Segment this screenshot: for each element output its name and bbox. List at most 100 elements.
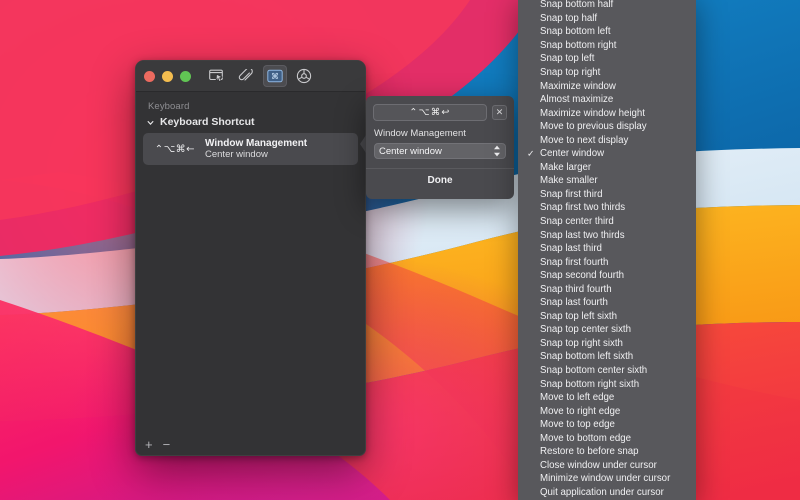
menu-item-label: Snap second fourth	[540, 270, 624, 281]
menu-item[interactable]: Move to right edge	[518, 404, 696, 418]
shortcut-list-item[interactable]: ⌃⌥⌘← Window Management Center window	[143, 133, 358, 165]
menu-item[interactable]: Almost maximize	[518, 93, 696, 107]
menu-item-label: Snap first third	[540, 189, 602, 200]
menu-item-label: Snap center third	[540, 216, 614, 227]
menu-item-label: Snap top right sixth	[540, 338, 623, 349]
menu-item[interactable]: Make smaller	[518, 174, 696, 188]
menu-item-label: Center window	[540, 148, 604, 159]
menu-item-label: Snap last fourth	[540, 297, 608, 308]
done-button[interactable]: Done	[366, 169, 514, 191]
menu-item[interactable]: Move to previous display	[518, 120, 696, 134]
chevron-down-icon	[146, 118, 155, 127]
action-category-label: Window Management	[374, 128, 506, 139]
group-header-keyboard-shortcut[interactable]: Keyboard Shortcut	[136, 116, 365, 133]
menu-item[interactable]: Snap first two thirds	[518, 201, 696, 215]
menu-item-label: Maximize window	[540, 81, 616, 92]
menu-item-label: Almost maximize	[540, 94, 613, 105]
shortcut-row-title: Window Management	[205, 138, 307, 150]
window-titlebar[interactable]: ⌘	[136, 61, 365, 92]
list-footer-controls: + −	[136, 433, 365, 455]
menu-item[interactable]: Snap top right	[518, 66, 696, 80]
menu-item[interactable]: Snap bottom right sixth	[518, 377, 696, 391]
menu-item[interactable]: Snap top half	[518, 12, 696, 26]
menu-item-label: Snap bottom center sixth	[540, 365, 647, 376]
menu-item-label: Snap bottom left sixth	[540, 351, 633, 362]
app-window[interactable]: ⌘ Keyboard Keyboard Shortcut	[135, 60, 366, 456]
menu-item-label: Move to left edge	[540, 392, 614, 403]
minimize-button[interactable]	[162, 71, 173, 82]
menu-item[interactable]: Snap bottom center sixth	[518, 364, 696, 378]
menu-item[interactable]: Snap first third	[518, 188, 696, 202]
menu-item[interactable]: Restore to before snap	[518, 445, 696, 459]
close-button[interactable]	[144, 71, 155, 82]
steering-wheel-icon[interactable]	[292, 65, 316, 87]
menu-item[interactable]: Move to next display	[518, 133, 696, 147]
menu-item-label: Maximize window height	[540, 108, 645, 119]
menu-item[interactable]: Move to bottom edge	[518, 432, 696, 446]
menu-item-label: Snap bottom right	[540, 40, 616, 51]
menu-item-label: Snap last two thirds	[540, 230, 625, 241]
menu-item[interactable]: Snap last fourth	[518, 296, 696, 310]
menu-item[interactable]: Snap second fourth	[518, 269, 696, 283]
menu-item-label: Close window under cursor	[540, 460, 657, 471]
menu-item-label: Move to next display	[540, 135, 628, 146]
section-label: Keyboard	[136, 101, 365, 112]
shortcut-record-input[interactable]: ⌃⌥⌘↩	[373, 104, 487, 121]
menu-item-label: Snap top center sixth	[540, 324, 631, 335]
traffic-lights	[144, 71, 191, 82]
menu-item[interactable]: Snap top center sixth	[518, 323, 696, 337]
menu-item[interactable]: Snap top left	[518, 52, 696, 66]
shortcut-keys: ⌃⌥⌘←	[151, 144, 195, 155]
checkmark-icon: ✓	[527, 148, 535, 159]
menu-item-label: Make smaller	[540, 175, 598, 186]
menu-item[interactable]: Snap bottom left sixth	[518, 350, 696, 364]
menu-item[interactable]: Close window under cursor	[518, 459, 696, 473]
zoom-button[interactable]	[180, 71, 191, 82]
menu-item[interactable]: Snap top left sixth	[518, 310, 696, 324]
menu-item-label: Snap top left	[540, 53, 594, 64]
menu-item[interactable]: Snap center third	[518, 215, 696, 229]
menu-item[interactable]: Snap third fourth	[518, 282, 696, 296]
menu-item-label: Move to previous display	[540, 121, 647, 132]
menu-item-label: Snap bottom half	[540, 0, 613, 10]
menu-item[interactable]: Snap top right sixth	[518, 337, 696, 351]
action-dropdown-menu[interactable]: Snap bottom halfSnap top halfSnap bottom…	[518, 0, 696, 500]
toolbar: ⌘	[205, 65, 316, 87]
menu-item[interactable]: Snap bottom right	[518, 39, 696, 53]
menu-item[interactable]: Snap bottom left	[518, 25, 696, 39]
menu-item[interactable]: ✓ Center window	[518, 147, 696, 161]
add-shortcut-button[interactable]: +	[145, 438, 153, 451]
menu-item[interactable]: Maximize window	[518, 79, 696, 93]
menu-item[interactable]: Maximize window height	[518, 106, 696, 120]
menu-item[interactable]: Move to top edge	[518, 418, 696, 432]
menu-item-label: Move to right edge	[540, 406, 620, 417]
menu-item-label: Restore to before snap	[540, 446, 639, 457]
menu-item[interactable]: Quit application under cursor	[518, 486, 696, 500]
remove-shortcut-button[interactable]: −	[163, 438, 171, 451]
menu-item[interactable]: Snap last third	[518, 242, 696, 256]
group-header-label: Keyboard Shortcut	[160, 116, 255, 128]
shortcut-row-subtitle: Center window	[205, 149, 307, 160]
popover-action-section: Window Management Center window	[366, 128, 514, 159]
mouse-window-icon[interactable]	[205, 65, 229, 87]
menu-item-label: Snap first fourth	[540, 257, 608, 268]
keyboard-shortcut-icon[interactable]: ⌘	[263, 65, 287, 87]
stepper-arrows-icon	[493, 145, 501, 157]
action-select-value: Center window	[379, 146, 442, 157]
clear-shortcut-icon[interactable]: ✕	[492, 105, 507, 120]
window-content: Keyboard Keyboard Shortcut ⌃⌥⌘← Window M…	[136, 92, 365, 455]
menu-item[interactable]: Move to left edge	[518, 391, 696, 405]
shortcut-editor-popover[interactable]: ⌃⌥⌘↩ ✕ Window Management Center window D…	[366, 96, 514, 199]
menu-item[interactable]: Snap last two thirds	[518, 228, 696, 242]
menu-item[interactable]: Snap first fourth	[518, 255, 696, 269]
menu-item-label: Snap bottom left	[540, 26, 611, 37]
menu-item-label: Snap top right	[540, 67, 600, 78]
action-select[interactable]: Center window	[374, 143, 506, 159]
menu-item-label: Snap third fourth	[540, 284, 612, 295]
menu-item[interactable]: Snap bottom half	[518, 0, 696, 12]
paperclip-icon[interactable]	[234, 65, 258, 87]
menu-item[interactable]: Minimize window under cursor	[518, 472, 696, 486]
popover-shortcut-recorder-row: ⌃⌥⌘↩ ✕	[366, 96, 514, 128]
menu-item-label: Quit application under cursor	[540, 487, 664, 498]
menu-item[interactable]: Make larger	[518, 161, 696, 175]
